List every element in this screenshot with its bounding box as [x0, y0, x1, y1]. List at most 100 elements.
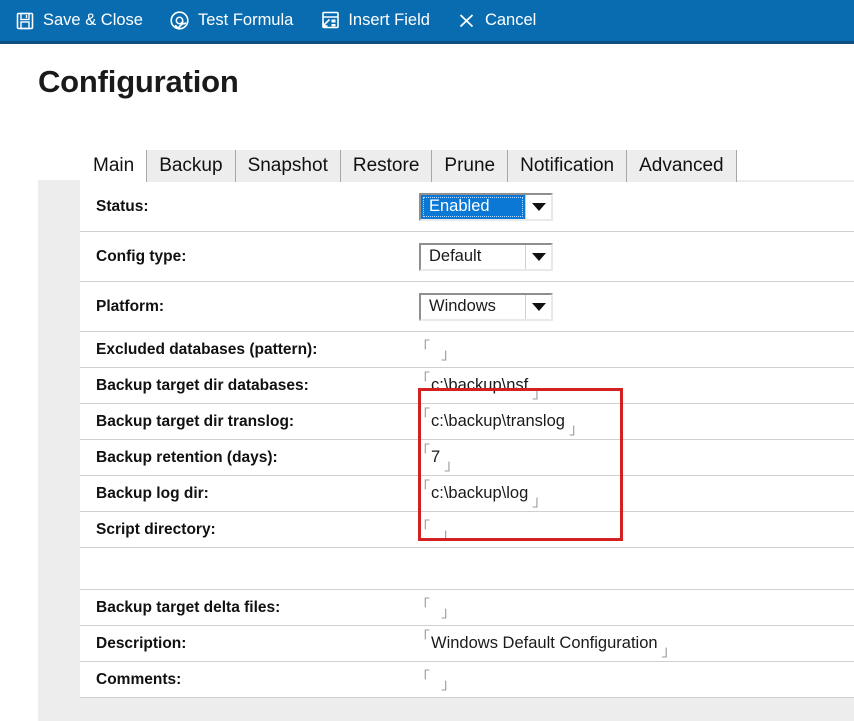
field-bracket-left-icon: 「 — [415, 480, 430, 495]
field-label: Backup target dir databases: — [80, 377, 415, 395]
field-label: Script directory: — [80, 521, 415, 539]
chevron-down-icon[interactable] — [525, 295, 551, 319]
cancel-label: Cancel — [485, 11, 536, 30]
insert-field-button[interactable]: Insert Field — [319, 6, 430, 36]
select-value: Default — [421, 245, 525, 269]
field-text: Windows Default Configuration — [430, 635, 659, 652]
form-row: Backup retention (days):「7」 — [80, 440, 854, 476]
chevron-down-icon[interactable] — [525, 195, 551, 219]
form-row: Backup target dir databases:「c:\backup\n… — [80, 368, 854, 404]
field-value-cell: Default — [415, 243, 854, 271]
field-label: Platform: — [80, 298, 415, 316]
form-row-spacer — [80, 548, 854, 590]
field-label: Excluded databases (pattern): — [80, 341, 415, 359]
text-field[interactable]: 「」 — [415, 525, 456, 535]
form-row: Platform: Windows — [80, 282, 854, 332]
save-disk-icon — [14, 10, 35, 31]
field-bracket-right-icon: 」 — [532, 494, 547, 509]
insert-field-label: Insert Field — [348, 11, 430, 30]
save-and-close-button[interactable]: Save & Close — [14, 6, 143, 36]
form-row: Backup target delta files:「」 — [80, 590, 854, 626]
field-value-cell: 「」 — [415, 525, 854, 535]
field-value-cell: Enabled — [415, 193, 854, 221]
field-bracket-right-icon: 」 — [444, 458, 459, 473]
select-status[interactable]: Enabled — [419, 193, 553, 221]
chevron-down-icon[interactable] — [525, 245, 551, 269]
test-formula-button[interactable]: Test Formula — [169, 6, 293, 36]
form-row: Backup log dir:「c:\backup\log」 — [80, 476, 854, 512]
text-field[interactable]: 「c:\backup\nsf」 — [415, 377, 547, 394]
page-title: Configuration — [38, 64, 239, 100]
field-label: Backup target dir translog: — [80, 413, 415, 431]
field-text: c:\backup\translog — [430, 413, 566, 430]
field-label: Backup log dir: — [80, 485, 415, 503]
field-text: 7 — [430, 449, 441, 466]
field-value-cell: Windows — [415, 293, 854, 321]
field-text: c:\backup\log — [430, 485, 529, 502]
form-row: Excluded databases (pattern):「」 — [80, 332, 854, 368]
close-x-icon — [456, 10, 477, 31]
field-value-cell: 「」 — [415, 345, 854, 355]
field-bracket-right-icon: 」 — [532, 386, 547, 401]
select-value: Windows — [421, 295, 525, 319]
field-label: Config type: — [80, 248, 415, 266]
field-bracket-left-icon: 「 — [415, 444, 430, 459]
field-bracket-right-icon: 」 — [441, 677, 456, 692]
tab-label: Main — [93, 155, 134, 177]
text-field[interactable]: 「」 — [415, 603, 456, 613]
configuration-form: Status:Enabled Config type: Default Platfor… — [80, 182, 854, 698]
tab-label: Backup — [159, 155, 222, 177]
cancel-button[interactable]: Cancel — [456, 6, 536, 36]
field-bracket-left-icon: 「 — [415, 372, 430, 387]
tab-backup[interactable]: Backup — [147, 150, 235, 182]
field-bracket-right-icon: 」 — [441, 527, 456, 542]
field-label: Backup retention (days): — [80, 449, 415, 467]
tab-advanced[interactable]: Advanced — [627, 150, 737, 182]
test-formula-label: Test Formula — [198, 11, 293, 30]
field-bracket-left-icon: 「 — [415, 520, 430, 535]
field-value-cell: 「Windows Default Configuration」 — [415, 635, 854, 652]
field-label: Backup target delta files: — [80, 599, 415, 617]
field-bracket-right-icon: 」 — [441, 605, 456, 620]
field-bracket-left-icon: 「 — [415, 670, 430, 685]
select-configtype[interactable]: Default — [419, 243, 553, 271]
field-bracket-right-icon: 」 — [662, 644, 677, 659]
tab-restore[interactable]: Restore — [341, 150, 433, 182]
text-field[interactable]: 「7」 — [415, 449, 459, 466]
field-bracket-left-icon: 「 — [415, 340, 430, 355]
tab-prune[interactable]: Prune — [432, 150, 508, 182]
field-value-cell: 「c:\backup\nsf」 — [415, 377, 854, 394]
text-field[interactable]: 「c:\backup\log」 — [415, 485, 547, 502]
form-row: Script directory:「」 — [80, 512, 854, 548]
field-value-cell: 「7」 — [415, 449, 854, 466]
form-row: Backup target dir translog:「c:\backup\tr… — [80, 404, 854, 440]
tab-main[interactable]: Main — [80, 150, 147, 182]
field-value-cell: 「」 — [415, 675, 854, 685]
insert-field-icon — [319, 10, 340, 31]
tab-label: Notification — [520, 155, 614, 177]
form-row: Description:「Windows Default Configurati… — [80, 626, 854, 662]
field-label: Description: — [80, 635, 415, 653]
form-row: Comments:「」 — [80, 662, 854, 698]
field-bracket-left-icon: 「 — [415, 630, 430, 645]
field-value-cell: 「c:\backup\translog」 — [415, 413, 854, 430]
select-value: Enabled — [421, 195, 525, 219]
field-bracket-right-icon: 」 — [441, 347, 456, 362]
tab-label: Restore — [353, 155, 420, 177]
at-check-icon — [169, 10, 190, 31]
tab-label: Advanced — [639, 155, 724, 177]
select-platform[interactable]: Windows — [419, 293, 553, 321]
field-value-cell: 「c:\backup\log」 — [415, 485, 854, 502]
field-bracket-right-icon: 」 — [569, 422, 584, 437]
text-field[interactable]: 「」 — [415, 675, 456, 685]
tab-notification[interactable]: Notification — [508, 150, 627, 182]
action-toolbar: Save & Close Test Formula Insert Field — [0, 0, 854, 44]
tab-snapshot[interactable]: Snapshot — [236, 150, 341, 182]
tab-bar: Main Backup Snapshot Restore Prune Notificati… — [80, 150, 737, 182]
text-field[interactable]: 「」 — [415, 345, 456, 355]
tab-label: Prune — [444, 155, 495, 177]
form-row: Status:Enabled — [80, 182, 854, 232]
text-field[interactable]: 「Windows Default Configuration」 — [415, 635, 677, 652]
save-and-close-label: Save & Close — [43, 11, 143, 30]
text-field[interactable]: 「c:\backup\translog」 — [415, 413, 584, 430]
